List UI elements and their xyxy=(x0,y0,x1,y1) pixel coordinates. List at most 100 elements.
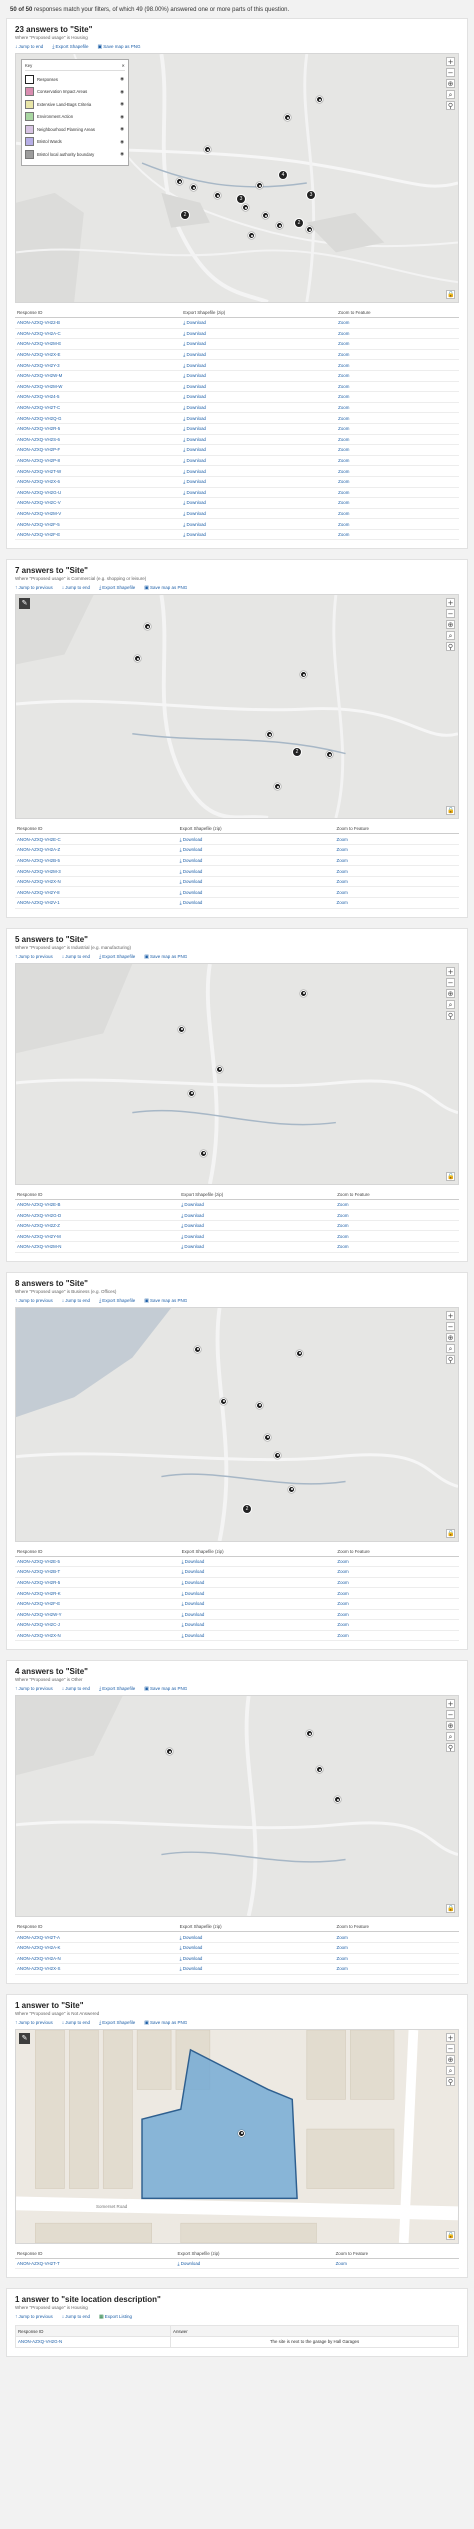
zoom-link[interactable]: Zoom xyxy=(338,394,349,399)
minus-icon[interactable]: − xyxy=(446,68,455,77)
export-shapefile-link[interactable]: ⤓Export Shapefile xyxy=(99,2020,135,2026)
map-pin[interactable] xyxy=(288,1485,295,1493)
map-pin[interactable] xyxy=(176,178,183,185)
response-id-link[interactable]: ANON-AZXQ-VH2A-N xyxy=(17,1956,61,1961)
download-link[interactable]: ⤓ Download xyxy=(181,1234,204,1239)
zoom-link[interactable]: Zoom xyxy=(337,1223,348,1228)
jump-previous-link[interactable]: ↑Jump to previous xyxy=(15,585,53,591)
response-id-link[interactable]: ANON-AZXQ-VH2T-A xyxy=(17,1935,60,1940)
zoom-link[interactable]: Zoom xyxy=(338,500,349,505)
pencil-icon[interactable]: ✎ xyxy=(19,2032,30,2044)
download-link[interactable]: ⤓ Download xyxy=(178,2261,201,2266)
map-pin[interactable] xyxy=(204,146,211,153)
download-link[interactable]: ⤓ Download xyxy=(182,1591,205,1596)
zoom-link[interactable]: Zoom xyxy=(338,447,349,452)
download-link[interactable]: ⤓ Download xyxy=(181,1223,204,1228)
jump-previous-link[interactable]: ↑Jump to previous xyxy=(15,1686,53,1692)
zoom-link[interactable]: Zoom xyxy=(338,426,349,431)
download-link[interactable]: ⤓ Download xyxy=(183,500,206,505)
response-id-link[interactable]: ANON-AZXQ-VH2T-C xyxy=(17,405,60,410)
zoom-link[interactable]: Zoom xyxy=(338,331,349,336)
zoom-link[interactable]: Zoom xyxy=(337,1601,348,1606)
export-shapefile-link[interactable]: ⤓Export Shapefile xyxy=(99,1298,135,1304)
minus-icon[interactable]: − xyxy=(446,1710,455,1720)
zoom-link[interactable]: Zoom xyxy=(338,416,349,421)
download-link[interactable]: ⤓ Download xyxy=(183,447,206,452)
map-other[interactable]: + − ⊕ ⌕ ⚲ 🔒 xyxy=(15,1695,459,1918)
response-id-link[interactable]: ANON-AZXQ-VH2M-3 xyxy=(17,869,61,874)
download-link[interactable]: ⤓ Download xyxy=(183,469,206,474)
zoom-link[interactable]: Zoom xyxy=(338,469,349,474)
pin-icon[interactable]: ⚲ xyxy=(446,1743,455,1753)
eye-icon[interactable]: ◉ xyxy=(120,126,124,132)
zoom-link[interactable]: Zoom xyxy=(338,352,349,357)
response-id-link[interactable]: ANON-AZXQ-VH2B-5 xyxy=(17,858,60,863)
jump-previous-link[interactable]: ↑Jump to previous xyxy=(15,2020,53,2026)
plus-icon[interactable]: + xyxy=(446,966,455,976)
zoom-link[interactable]: Zoom xyxy=(337,879,348,884)
jump-end-link[interactable]: ↓Jump to end xyxy=(62,1298,90,1304)
zoom-link[interactable]: Zoom xyxy=(338,405,349,410)
response-id-link[interactable]: ANON-AZXQ-VH24-5 xyxy=(17,394,59,399)
legend-item[interactable]: Conservation Impact Areas ◉ xyxy=(25,87,125,96)
minus-icon[interactable]: − xyxy=(446,609,455,619)
map-pin[interactable] xyxy=(276,222,283,229)
zoom-link[interactable]: Zoom xyxy=(337,847,348,852)
download-link[interactable]: ⤓ Download xyxy=(180,1935,203,1940)
response-id-link[interactable]: ANON-AZXQ-VH2F-E xyxy=(17,532,60,537)
zoom-link[interactable]: Zoom xyxy=(336,2261,347,2266)
response-id-link[interactable]: ANON-AZXQ-VH2C-V xyxy=(17,500,61,505)
response-id-link[interactable]: ANON-AZXQ-VH2Y-M xyxy=(17,1234,61,1239)
eye-icon[interactable]: ◉ xyxy=(120,89,124,95)
response-id-link[interactable]: ANON-AZXQ-VH2Y-3 xyxy=(17,363,60,368)
minus-icon[interactable]: − xyxy=(446,2043,455,2053)
search-icon[interactable]: ⌕ xyxy=(446,1732,455,1742)
map-pin[interactable] xyxy=(216,1065,223,1073)
map-cluster[interactable]: 2 xyxy=(242,1503,252,1514)
pin-icon[interactable]: ⚲ xyxy=(446,642,455,652)
export-shapefile-link[interactable]: ⤓Export Shapefile xyxy=(52,44,88,50)
zoom-link[interactable]: Zoom xyxy=(337,1234,348,1239)
map-cluster[interactable]: 2 xyxy=(294,218,304,228)
zoom-link[interactable]: Zoom xyxy=(338,532,349,537)
response-id-link[interactable]: ANON-AZXQ-VH2M-V xyxy=(17,511,61,516)
download-link[interactable]: ⤓ Download xyxy=(183,331,206,336)
download-link[interactable]: ⤓ Download xyxy=(182,1569,205,1574)
zoom-link[interactable]: Zoom xyxy=(337,858,348,863)
minus-icon[interactable]: − xyxy=(446,1321,455,1331)
download-link[interactable]: ⤓ Download xyxy=(183,405,206,410)
map-cluster[interactable]: 3 xyxy=(236,194,246,204)
save-png-link[interactable]: ▣Save map as PNG xyxy=(144,954,187,960)
download-link[interactable]: ⤓ Download xyxy=(180,1966,203,1971)
lock-icon[interactable]: 🔒 xyxy=(446,290,455,299)
map-pin[interactable] xyxy=(242,204,249,211)
response-id-link[interactable]: ANON-AZXQ-VH2T-W xyxy=(17,469,61,474)
jump-end-link[interactable]: ↓Jump to end xyxy=(62,2314,90,2320)
response-id-link[interactable]: ANON-AZXQ-VH2Q-G xyxy=(17,416,61,421)
download-link[interactable]: ⤓ Download xyxy=(183,416,206,421)
map-pin[interactable] xyxy=(178,1025,185,1033)
zoom-link[interactable]: Zoom xyxy=(337,1945,348,1950)
download-link[interactable]: ⤓ Download xyxy=(182,1612,205,1617)
download-link[interactable]: ⤓ Download xyxy=(183,363,206,368)
download-link[interactable]: ⤓ Download xyxy=(182,1633,205,1638)
save-png-link[interactable]: ▣Save map as PNG xyxy=(98,44,141,50)
download-link[interactable]: ⤓ Download xyxy=(183,426,206,431)
map-pin[interactable] xyxy=(190,184,197,191)
save-png-link[interactable]: ▣Save map as PNG xyxy=(144,2020,187,2026)
response-id-link[interactable]: ANON-AZXQ-VH2R-5 xyxy=(17,426,60,431)
zoom-link[interactable]: Zoom xyxy=(338,373,349,378)
zoom-link[interactable]: Zoom xyxy=(338,341,349,346)
legend-item[interactable]: Environment Action ◉ xyxy=(25,112,125,121)
legend-item[interactable]: Bristol Wards ◉ xyxy=(25,137,125,146)
zoom-link[interactable]: Zoom xyxy=(337,1244,348,1249)
response-id-link[interactable]: ANON-AZXQ-VH2X-N xyxy=(17,879,61,884)
response-id-link[interactable]: ANON-AZXQ-VH2T-T xyxy=(17,2261,60,2266)
plus-icon[interactable]: + xyxy=(446,1310,455,1320)
download-link[interactable]: ⤓ Download xyxy=(182,1622,205,1627)
site-polygon[interactable] xyxy=(16,2030,458,2243)
save-png-link[interactable]: ▣Save map as PNG xyxy=(144,585,187,591)
download-link[interactable]: ⤓ Download xyxy=(180,1945,203,1950)
legend-item[interactable]: Responses ◉ xyxy=(25,74,125,84)
map-pin[interactable] xyxy=(214,192,221,199)
